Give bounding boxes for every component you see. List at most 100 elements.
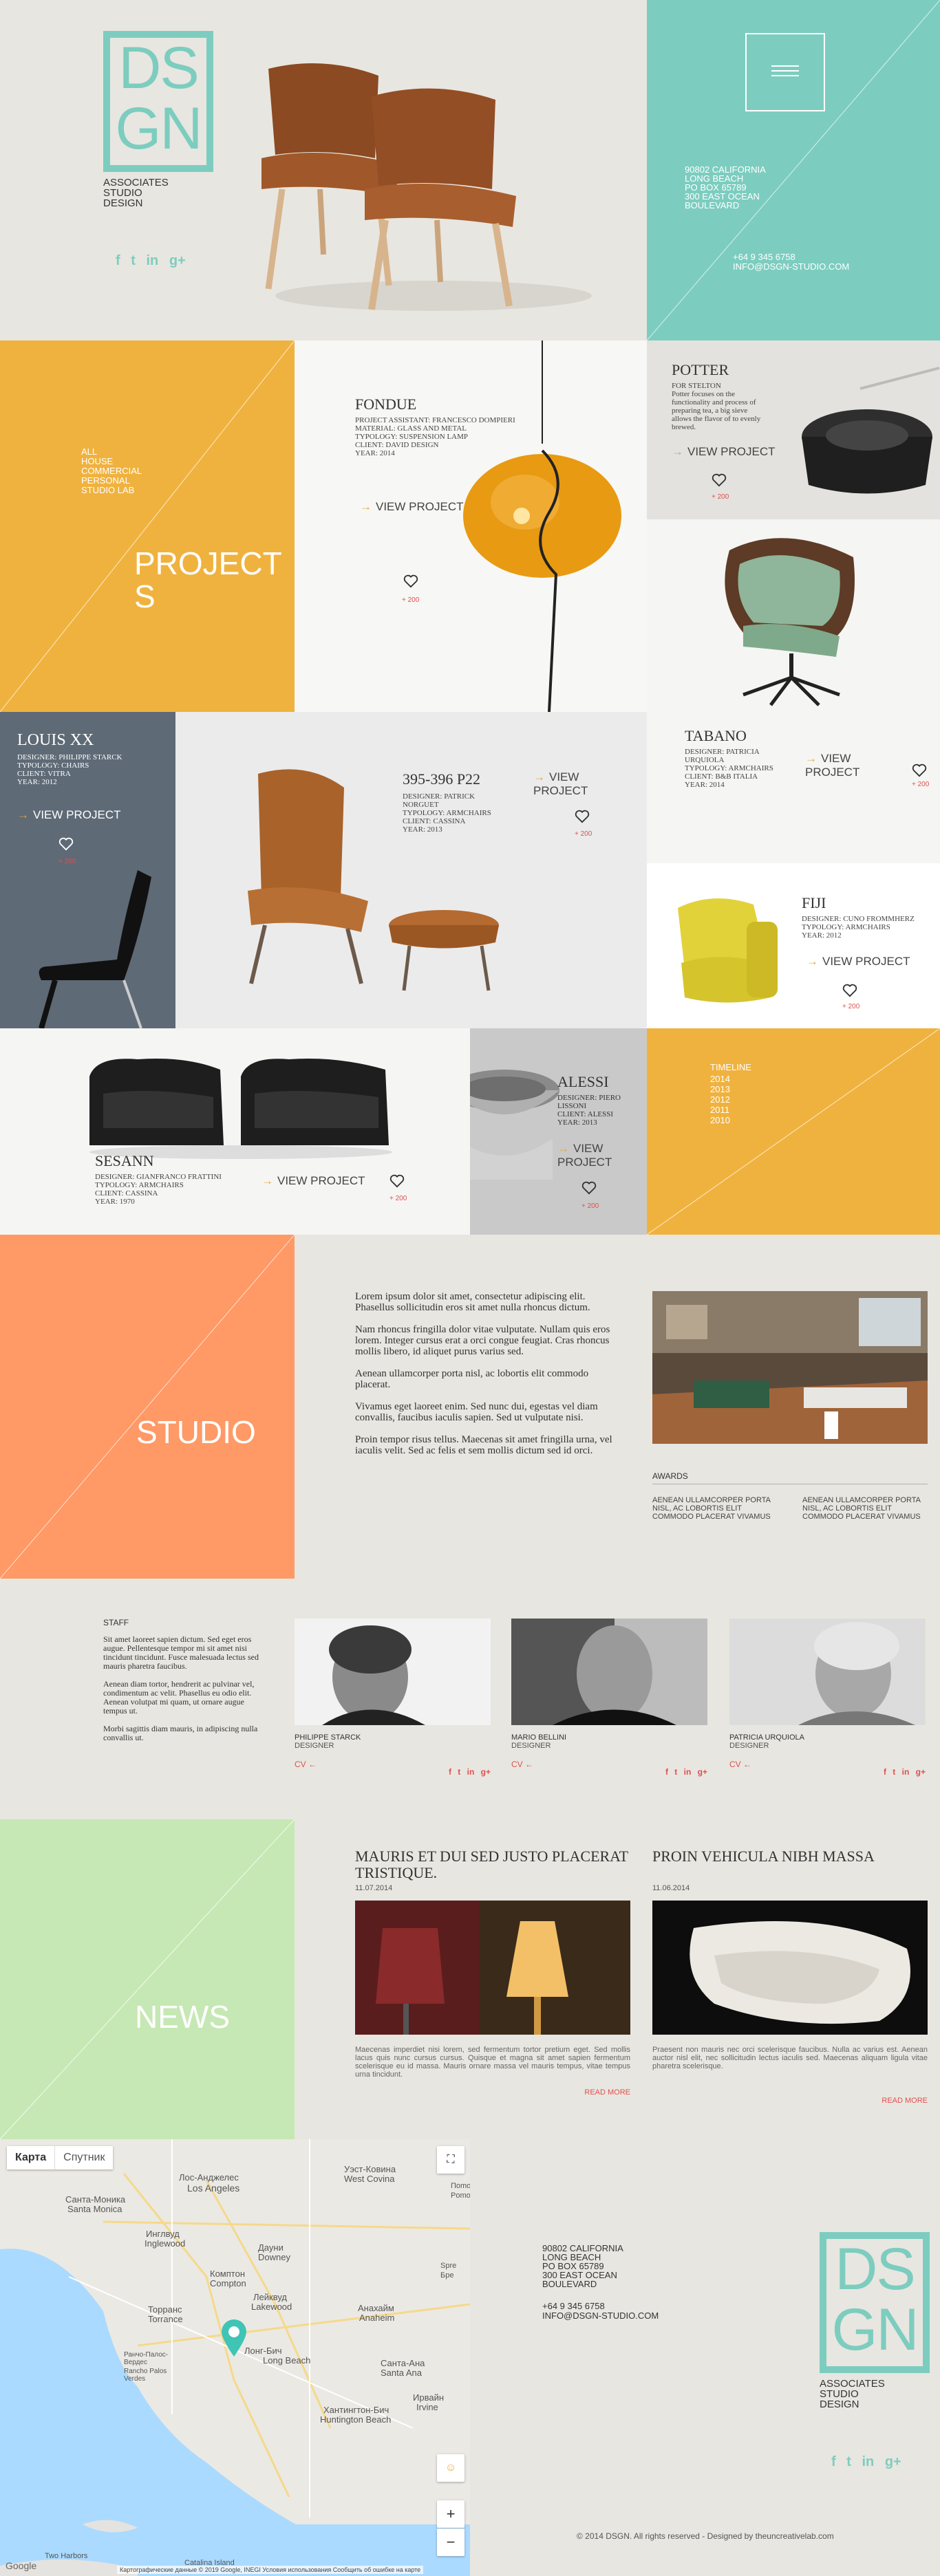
staff-paragraph: Sit amet laoreet sapien dictum. Sed eget… xyxy=(103,1634,259,1671)
project-card-fondue[interactable]: FONDUE PROJECT ASSISTANT: FRANCESCO DOMP… xyxy=(295,340,647,712)
facebook-icon[interactable]: f xyxy=(665,1767,668,1777)
staff-card: MARIO BELLINI DESIGNER CV ← f t in g+ xyxy=(511,1619,707,1777)
project-meta: DESIGNER: PATRICK NORGUET TYPOLOGY: ARMC… xyxy=(403,792,491,834)
timeline-year[interactable]: 2013 xyxy=(710,1084,730,1094)
news-title: NEWS xyxy=(135,1999,230,2035)
project-card-sesann[interactable]: SESANN DESIGNER: GIANFRANCO FRATTINI TYP… xyxy=(0,1028,470,1235)
project-card-p22[interactable]: 395-396 P22 DESIGNER: PATRICK NORGUET TY… xyxy=(175,712,647,1028)
facebook-icon[interactable]: f xyxy=(831,2454,836,2470)
meta-line: CLIENT: B&B ITALIA xyxy=(685,772,758,781)
meta-line: TYPOLOGY: ARMCHAIRS xyxy=(95,1181,184,1189)
linkedin-icon[interactable]: in xyxy=(467,1767,475,1777)
view-project-link[interactable]: → VIEW PROJECT xyxy=(533,770,616,798)
twitter-icon[interactable]: t xyxy=(131,253,136,269)
view-project-link[interactable]: → VIEW PROJECT xyxy=(807,955,910,968)
google-plus-icon[interactable]: g+ xyxy=(885,2454,901,2470)
view-project-link[interactable]: → VIEW PROJECT xyxy=(557,1142,633,1169)
heart-icon[interactable] xyxy=(575,810,590,823)
view-project-link[interactable]: → VIEW PROJECT xyxy=(672,445,776,459)
diagonal-line xyxy=(0,1235,295,1579)
heart-icon[interactable] xyxy=(389,1174,405,1188)
facebook-icon[interactable]: f xyxy=(884,1767,886,1777)
meta-line: brewed. xyxy=(672,423,696,431)
linkedin-icon[interactable]: in xyxy=(684,1767,692,1777)
twitter-icon[interactable]: t xyxy=(674,1767,677,1777)
read-more-link[interactable]: READ MORE xyxy=(355,2088,630,2097)
read-more-link[interactable]: READ MORE xyxy=(652,2097,928,2105)
google-plus-icon[interactable]: g+ xyxy=(169,253,186,269)
twitter-icon[interactable]: t xyxy=(893,1767,895,1777)
article-title[interactable]: PROIN VEHICULA NIBH MASSA xyxy=(652,1848,928,1865)
filter-all[interactable]: ALL xyxy=(81,447,142,457)
footer: 90802 CALIFORNIA LONG BEACH PO BOX 65789… xyxy=(470,2139,940,2576)
facebook-icon[interactable]: f xyxy=(449,1767,451,1777)
google-plus-icon[interactable]: g+ xyxy=(916,1767,926,1777)
footer-contacts: +64 9 345 6758 INFO@DSGN-STUDIO.COM xyxy=(542,2302,659,2321)
view-project-label: VIEW PROJECT xyxy=(687,445,776,458)
staff-name: PATRICIA URQUIOLA xyxy=(729,1733,805,1742)
meta-line: TYPOLOGY: CHAIRS xyxy=(17,761,89,770)
project-card-potter[interactable]: POTTER FOR STELTON Potter focuses on the… xyxy=(647,340,940,519)
place-label: Лос-Анджелес xyxy=(179,2172,239,2183)
studio-content: Lorem ipsum dolor sit amet, consectetur … xyxy=(295,1235,940,1579)
footer-email[interactable]: INFO@DSGN-STUDIO.COM xyxy=(542,2311,659,2321)
menu-button[interactable] xyxy=(745,33,825,111)
timeline-year[interactable]: 2011 xyxy=(710,1105,730,1115)
project-meta: DESIGNER: GIANFRANCO FRATTINI TYPOLOGY: … xyxy=(95,1173,222,1206)
timeline-year[interactable]: 2010 xyxy=(710,1115,730,1125)
social-links: f t in g+ xyxy=(116,253,186,269)
project-card-louis[interactable]: LOUIS XX DESIGNER: PHILIPPE STARCK TYPOL… xyxy=(0,712,175,1028)
timeline-year[interactable]: 2012 xyxy=(710,1094,730,1105)
filter-house[interactable]: HOUSE xyxy=(81,457,142,466)
place-label: Комптон xyxy=(210,2269,245,2279)
twitter-icon[interactable]: t xyxy=(458,1767,460,1777)
place-label: Поmo xyxy=(451,2182,470,2190)
heart-icon[interactable] xyxy=(912,764,927,777)
project-card-tabano[interactable]: TABANO DESIGNER: PATRICIA URQUIOLA TYPOL… xyxy=(647,712,940,863)
linkedin-icon[interactable]: in xyxy=(902,1767,910,1777)
view-project-link[interactable]: → VIEW PROJECT xyxy=(805,752,881,779)
linkedin-icon[interactable]: in xyxy=(146,253,158,269)
tagline-line: ASSOCIATES xyxy=(103,177,169,188)
meta-line: FOR STELTON xyxy=(672,382,721,390)
twitter-icon[interactable]: t xyxy=(846,2454,851,2470)
zoom-in-button[interactable]: + xyxy=(437,2500,464,2528)
google-logo: Google xyxy=(6,2560,37,2571)
filter-studio-lab[interactable]: STUDIO LAB xyxy=(81,486,142,495)
logo[interactable]: DS GN xyxy=(103,31,213,172)
footer-logo[interactable]: DS GN xyxy=(820,2232,930,2373)
zoom-out-button[interactable]: − xyxy=(437,2529,464,2556)
view-project-link[interactable]: → VIEW PROJECT xyxy=(261,1174,365,1188)
project-card-alessi[interactable]: ALESSI DESIGNER: PIERO LISSONI CLIENT: A… xyxy=(470,1028,647,1235)
filter-personal[interactable]: PERSONAL xyxy=(81,476,142,486)
map[interactable]: Карта Спутник ⛶ Лос-Анджелес Los Angeles… xyxy=(0,2139,470,2576)
linkedin-icon[interactable]: in xyxy=(862,2454,874,2470)
project-title: 395-396 P22 xyxy=(403,770,481,788)
google-plus-icon[interactable]: g+ xyxy=(698,1767,707,1777)
hamburger-icon xyxy=(771,65,799,76)
cv-link[interactable]: CV ← xyxy=(511,1760,533,1769)
project-card-fiji[interactable]: FIJI DESIGNER: CUNO FROMMHERZ TYPOLOGY: … xyxy=(647,863,940,1028)
project-title: FONDUE xyxy=(355,396,417,413)
article-title[interactable]: MAURIS ET DUI SED JUSTO PLACERAT TRISTIQ… xyxy=(355,1848,630,1881)
google-plus-icon[interactable]: g+ xyxy=(481,1767,491,1777)
cv-link[interactable]: CV ← xyxy=(729,1760,751,1769)
place-label: Lakewood xyxy=(251,2302,292,2312)
project-meta: DESIGNER: PATRICIA URQUIOLA TYPOLOGY: AR… xyxy=(685,748,773,789)
meta-line: preparing tea, a big sieve xyxy=(672,407,748,415)
heart-icon[interactable] xyxy=(58,837,74,851)
filter-commercial[interactable]: COMMERCIAL xyxy=(81,466,142,476)
heart-icon[interactable] xyxy=(403,574,418,588)
heart-icon[interactable] xyxy=(581,1181,597,1195)
project-meta: DESIGNER: PHILIPPE STARCK TYPOLOGY: CHAI… xyxy=(17,753,122,786)
timeline-year[interactable]: 2014 xyxy=(710,1074,730,1084)
street-view-pegman-icon[interactable]: ☺ xyxy=(437,2454,464,2482)
meta-line: YEAR: 2012 xyxy=(17,778,57,786)
heart-icon[interactable] xyxy=(842,984,857,997)
facebook-icon[interactable]: f xyxy=(116,253,120,269)
cv-link[interactable]: CV ← xyxy=(295,1760,317,1769)
map-pin-icon[interactable] xyxy=(219,2317,249,2358)
view-project-link[interactable]: → VIEW PROJECT xyxy=(17,808,121,822)
header-email[interactable]: INFO@DSGN-STUDIO.COM xyxy=(733,262,849,272)
heart-icon[interactable] xyxy=(712,473,727,487)
